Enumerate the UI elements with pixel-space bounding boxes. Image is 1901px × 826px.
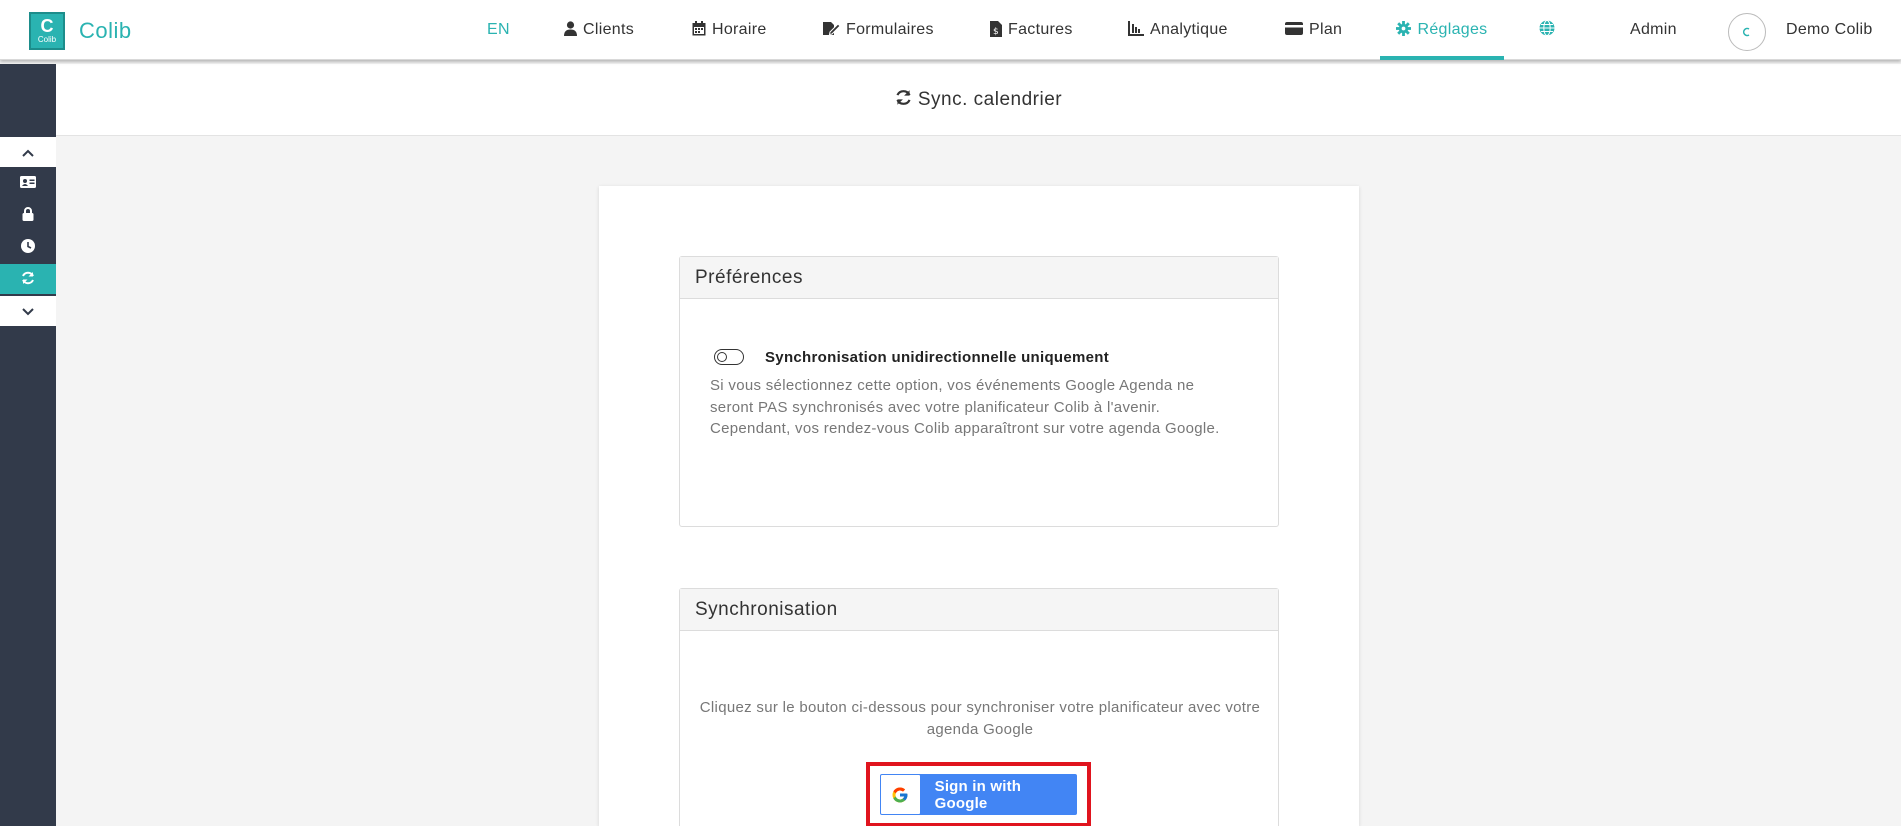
synchronisation-heading: Synchronisation	[680, 589, 1278, 631]
user-icon	[564, 21, 577, 39]
sidebar-item-hours[interactable]	[0, 232, 56, 262]
nav-horaire[interactable]: Horaire	[692, 0, 767, 60]
globe-icon	[1539, 19, 1555, 41]
clock-icon	[21, 238, 35, 256]
nav-admin[interactable]: Admin	[1630, 0, 1677, 60]
chevron-up-icon	[22, 144, 34, 160]
credit-card-icon	[1285, 22, 1303, 38]
one-way-sync-description: Si vous sélectionnez cette option, vos é…	[710, 377, 1220, 437]
id-card-icon	[20, 175, 36, 191]
preferences-panel: Préférences Synchronisation unidirection…	[679, 256, 1279, 527]
sidebar-scroll-up[interactable]	[0, 137, 56, 167]
top-navbar: C Colib Colib EN Clients Horaire Formula…	[0, 0, 1901, 60]
lock-icon	[22, 206, 34, 224]
nav-reglages[interactable]: Réglages	[1380, 0, 1504, 60]
synchronisation-panel: Synchronisation Cliquez sur le bouton ci…	[679, 588, 1279, 826]
nav-factures[interactable]: $ Factures	[990, 0, 1073, 60]
chart-icon	[1128, 21, 1144, 39]
invoice-icon: $	[990, 20, 1002, 40]
brand[interactable]: C Colib Colib	[29, 12, 132, 50]
nav-clients[interactable]: Clients	[564, 0, 634, 60]
sync-icon	[21, 271, 35, 288]
settings-sidebar	[0, 64, 56, 826]
google-logo-icon	[881, 775, 920, 814]
gear-icon	[1396, 21, 1412, 39]
svg-text:$: $	[993, 27, 999, 37]
highlight-box: Sign in with Google	[866, 762, 1091, 826]
synchronisation-description: Cliquez sur le bouton ci-dessous pour sy…	[699, 699, 1261, 738]
logo: C Colib	[29, 12, 65, 50]
brand-name: Colib	[79, 18, 132, 43]
avatar[interactable]	[1728, 13, 1766, 51]
one-way-sync-label: Synchronisation unidirectionnelle unique…	[765, 349, 1110, 366]
nav-analytique[interactable]: Analytique	[1128, 0, 1228, 60]
user-menu[interactable]: Demo Colib	[1786, 0, 1873, 60]
page-header: Sync. calendrier	[56, 64, 1901, 136]
sync-icon	[895, 89, 912, 111]
sidebar-item-security[interactable]	[0, 200, 56, 230]
language-switch[interactable]: EN	[487, 0, 510, 60]
calendar-icon	[692, 21, 706, 39]
google-sign-in-button[interactable]: Sign in with Google	[880, 774, 1077, 815]
sidebar-item-calendar-sync[interactable]	[0, 264, 56, 294]
sidebar-scroll-down[interactable]	[0, 296, 56, 326]
google-sign-in-label: Sign in with Google	[934, 777, 1022, 812]
toggle-knob	[717, 351, 727, 362]
preferences-heading: Préférences	[680, 257, 1278, 299]
settings-card: Préférences Synchronisation unidirection…	[599, 186, 1359, 826]
chevron-down-icon	[22, 303, 34, 319]
avatar-logo-icon	[1742, 27, 1750, 37]
one-way-sync-toggle[interactable]	[714, 349, 744, 365]
nav-plan[interactable]: Plan	[1285, 0, 1342, 60]
sidebar-item-profile[interactable]	[0, 168, 56, 198]
page-title: Sync. calendrier	[917, 88, 1063, 110]
globe-button[interactable]	[1539, 0, 1555, 60]
form-edit-icon	[823, 21, 841, 39]
nav-formulaires[interactable]: Formulaires	[823, 0, 934, 60]
